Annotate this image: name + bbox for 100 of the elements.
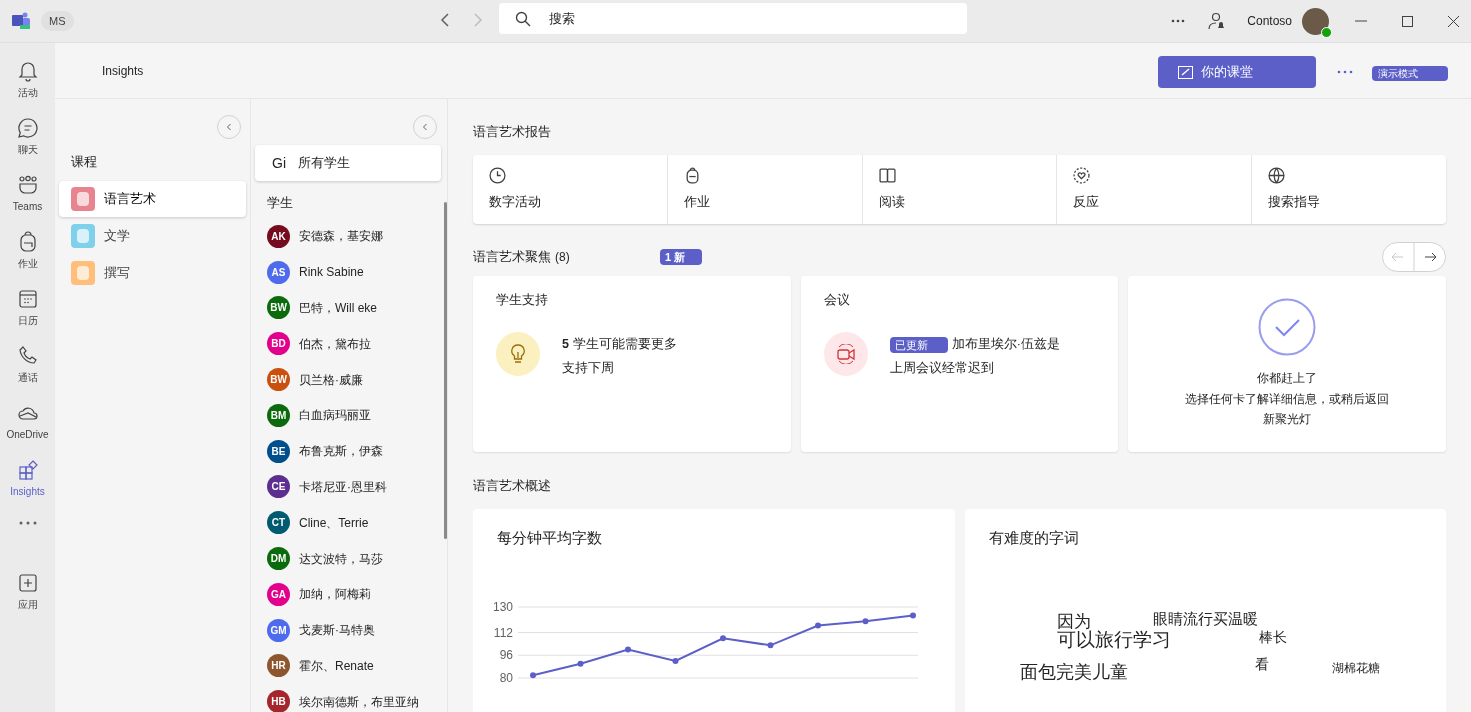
rail-item[interactable]: 作业 (0, 222, 55, 279)
card-title: 会议 (823, 291, 850, 309)
rail-item[interactable]: Teams (0, 165, 55, 222)
report-tile[interactable]: 数字活动 (473, 155, 667, 224)
cloud-word: 因为 (1056, 611, 1091, 631)
spotlight-card[interactable]: 会议 已更新 加布里埃尔·伍兹是 上周会议经常迟到 (800, 276, 1119, 452)
org-badge[interactable]: MS (41, 10, 74, 32)
data-point (862, 618, 869, 625)
more-icon[interactable] (1337, 70, 1353, 74)
course-item[interactable]: 文学 (59, 217, 246, 254)
student-item[interactable]: BW 贝兰格·威廉 (255, 361, 439, 398)
axis-label: 112 (493, 625, 513, 640)
all-students-item[interactable]: Gi 所有学生 (255, 145, 441, 181)
scrollbar[interactable] (444, 202, 447, 539)
courses-heading: 课程 (71, 153, 98, 171)
data-point (815, 622, 821, 629)
student-name: 卡塔尼亚·恩里科 (299, 478, 387, 496)
phone-icon (16, 344, 39, 367)
report-tile[interactable]: 搜索指导 (1251, 155, 1446, 224)
available-status-icon (1321, 26, 1332, 38)
student-item[interactable]: BM 白血病玛丽亚 (255, 397, 439, 434)
student-name: 白血病玛丽亚 (299, 407, 371, 425)
student-avatar: AK (267, 224, 290, 248)
student-name: 巴特，Will eke (299, 300, 377, 317)
report-tile[interactable]: 作业 (666, 155, 862, 224)
clock-icon (489, 167, 506, 185)
rail-item[interactable]: 日历 (0, 279, 55, 336)
search-icon (515, 11, 531, 27)
student-item[interactable]: AS Rink Sabine (255, 254, 439, 291)
rail-item[interactable]: 活动 (0, 51, 55, 108)
section-heading: 语言艺术报告 (473, 123, 552, 141)
spotlight-card[interactable]: 学生支持 5 学生可能需要更多 支持下周 (473, 276, 791, 452)
rail-item[interactable]: 应用 (0, 563, 55, 620)
report-tile[interactable]: 阅读 (861, 155, 1057, 224)
maximize-icon[interactable] (1402, 15, 1413, 27)
card-title: 有难度的字词 (988, 528, 1079, 548)
checkmark-icon (1258, 298, 1317, 356)
student-avatar: DM (267, 547, 290, 571)
updated-badge: 已更新 (889, 336, 948, 353)
card-text: 你都赶上了 (1257, 370, 1318, 387)
card-text: 支持下周 (562, 360, 615, 377)
person-bell-icon[interactable] (1207, 12, 1226, 30)
rail-item[interactable]: 通话 (0, 336, 55, 393)
close-icon[interactable] (1448, 15, 1459, 27)
card-text: 上周会议经常迟到 (889, 360, 995, 377)
rail-item[interactable]: 聊天 (0, 108, 55, 165)
apps-icon (16, 571, 39, 594)
student-item[interactable]: DM 达文波特，马莎 (255, 540, 439, 577)
card-text: 加布里埃尔·伍兹是 (951, 336, 1060, 353)
student-avatar: GM (267, 618, 290, 642)
spotlight-card[interactable]: 你都赶上了 选择任何卡了解详细信息，或稍后返回 新聚光灯 (1128, 276, 1446, 452)
cloud-word: 面包完美儿童 (1019, 661, 1128, 684)
report-tile[interactable]: 反应 (1056, 155, 1252, 224)
student-avatar: BW (267, 296, 290, 320)
initials-label: Gi (272, 153, 286, 173)
student-count: 5 (562, 336, 569, 353)
more-icon[interactable] (18, 521, 37, 525)
page-title: Insights (102, 62, 144, 80)
student-item[interactable]: HR 霍尔、Renate (255, 648, 439, 684)
video-icon (823, 332, 868, 376)
student-item[interactable]: GA 加纳，阿梅莉 (255, 576, 439, 613)
whiteboard-icon (1178, 65, 1193, 79)
card-text: 选择任何卡了解详细信息，或稍后返回 (1185, 390, 1390, 408)
data-point (910, 612, 916, 619)
student-avatar: HB (267, 690, 290, 712)
student-item[interactable]: GM 戈麦斯·马特奥 (255, 612, 439, 649)
student-item[interactable]: AK 安德森，基安娜 (255, 218, 439, 255)
cloud-word: 棒长 (1258, 628, 1287, 647)
student-item[interactable]: CE 卡塔尼亚·恩里科 (255, 469, 439, 505)
data-point (577, 660, 584, 667)
insights-icon (16, 458, 39, 481)
back-icon[interactable] (438, 12, 452, 28)
account-name: Contoso (1247, 13, 1292, 30)
student-name: 埃尔南德斯，布里亚纳 (299, 693, 419, 711)
axis-label: 130 (492, 600, 513, 614)
student-avatar: HR (267, 654, 290, 678)
course-item[interactable]: 撰写 (59, 254, 246, 291)
rail-item[interactable]: Insights (0, 450, 55, 507)
data-point (625, 646, 631, 653)
profile-avatar[interactable] (1302, 7, 1329, 35)
chat-icon (16, 116, 39, 139)
globe-search-icon (1268, 167, 1286, 185)
classroom-button[interactable]: 你的课堂 (1158, 56, 1316, 88)
student-item[interactable]: BD 伯杰，黛布拉 (255, 325, 439, 362)
student-item[interactable]: BW 巴特，Will eke (255, 290, 439, 326)
bell-icon (16, 59, 39, 82)
more-icon[interactable] (1171, 19, 1186, 23)
student-item[interactable]: BE 布鲁克斯，伊森 (255, 433, 439, 470)
student-item[interactable]: CT Cline、Terrie (255, 504, 439, 541)
lightbulb-icon (496, 332, 540, 376)
search-field[interactable]: 搜索 (499, 3, 967, 34)
student-avatar: CT (267, 511, 290, 535)
card-title: 学生支持 (496, 291, 548, 309)
data-point (530, 672, 536, 679)
people-icon (16, 173, 39, 196)
student-item[interactable]: HB 埃尔南德斯，布里亚纳 (255, 683, 439, 712)
rail-item[interactable]: OneDrive (0, 393, 55, 450)
card-text: 新聚光灯 (1263, 411, 1312, 428)
course-item[interactable]: 语言艺术 (59, 180, 246, 217)
axis-label: 80 (499, 671, 513, 685)
